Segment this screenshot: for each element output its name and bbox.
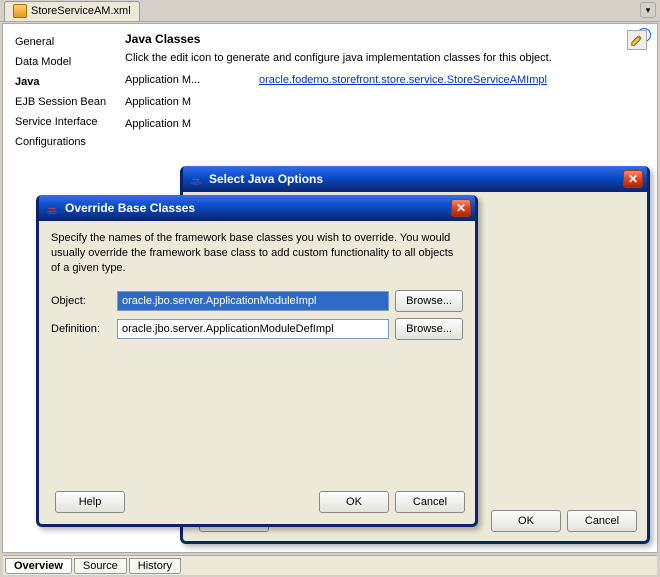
object-label: Object: bbox=[51, 295, 111, 307]
dialog-override-base-classes: Override Base Classes ✕ Specify the name… bbox=[36, 195, 478, 527]
definition-field-row: Definition: Browse... bbox=[51, 318, 463, 340]
tab-overview[interactable]: Overview bbox=[5, 558, 72, 574]
nav-java[interactable]: Java bbox=[9, 73, 119, 91]
impl-class-row: Application M... oracle.fodemo.storefron… bbox=[125, 74, 645, 86]
dialog-titlebar[interactable]: Select Java Options ✕ bbox=[183, 166, 647, 192]
dialog-titlebar[interactable]: Override Base Classes ✕ bbox=[39, 195, 475, 221]
dialog-description: Specify the names of the framework base … bbox=[51, 231, 463, 276]
impl-class-link[interactable]: oracle.fodemo.storefront.store.service.S… bbox=[259, 74, 547, 86]
close-icon[interactable]: ✕ bbox=[451, 199, 471, 217]
help-button[interactable]: Help bbox=[55, 491, 125, 513]
nav-data-model[interactable]: Data Model bbox=[9, 53, 119, 71]
nav-configurations[interactable]: Configurations bbox=[9, 133, 119, 151]
impl-label-0: Application M... bbox=[125, 74, 255, 86]
object-field-row: Object: Browse... bbox=[51, 290, 463, 312]
impl-class-row-1: Application M bbox=[125, 96, 645, 108]
definition-label: Definition: bbox=[51, 323, 111, 335]
dialog-title: Select Java Options bbox=[209, 172, 617, 186]
browse-object-button[interactable]: Browse... bbox=[395, 290, 463, 312]
impl-label-2: Application M bbox=[125, 118, 255, 130]
tab-source[interactable]: Source bbox=[74, 558, 127, 574]
definition-input[interactable] bbox=[117, 319, 389, 339]
editor-tab-bar: StoreServiceAM.xml ▾ bbox=[0, 0, 660, 22]
file-tab-label: StoreServiceAM.xml bbox=[31, 5, 131, 17]
cancel-button[interactable]: Cancel bbox=[567, 510, 637, 532]
impl-label-1: Application M bbox=[125, 96, 255, 108]
xml-file-icon bbox=[13, 4, 27, 18]
bottom-tab-bar: Overview Source History bbox=[3, 555, 657, 575]
tab-history[interactable]: History bbox=[129, 558, 181, 574]
close-icon[interactable]: ✕ bbox=[623, 170, 643, 188]
browse-definition-button[interactable]: Browse... bbox=[395, 318, 463, 340]
collapse-toggle-icon[interactable]: ▾ bbox=[640, 2, 656, 18]
page-title: Java Classes bbox=[125, 32, 645, 46]
edit-button[interactable] bbox=[627, 30, 647, 50]
ok-button[interactable]: OK bbox=[319, 491, 389, 513]
ok-button[interactable]: OK bbox=[491, 510, 561, 532]
nav-ejb-session-bean[interactable]: EJB Session Bean bbox=[9, 93, 119, 111]
java-icon bbox=[45, 201, 59, 215]
cancel-button[interactable]: Cancel bbox=[395, 491, 465, 513]
object-input[interactable] bbox=[117, 291, 389, 311]
file-tab[interactable]: StoreServiceAM.xml bbox=[4, 1, 140, 21]
page-hint: Click the edit icon to generate and conf… bbox=[125, 52, 645, 64]
java-icon bbox=[189, 172, 203, 186]
nav-service-interface[interactable]: Service Interface bbox=[9, 113, 119, 131]
pencil-icon bbox=[630, 33, 644, 47]
nav-general[interactable]: General bbox=[9, 33, 119, 51]
dialog-title: Override Base Classes bbox=[65, 201, 445, 215]
impl-class-row-2: Application M bbox=[125, 118, 645, 130]
